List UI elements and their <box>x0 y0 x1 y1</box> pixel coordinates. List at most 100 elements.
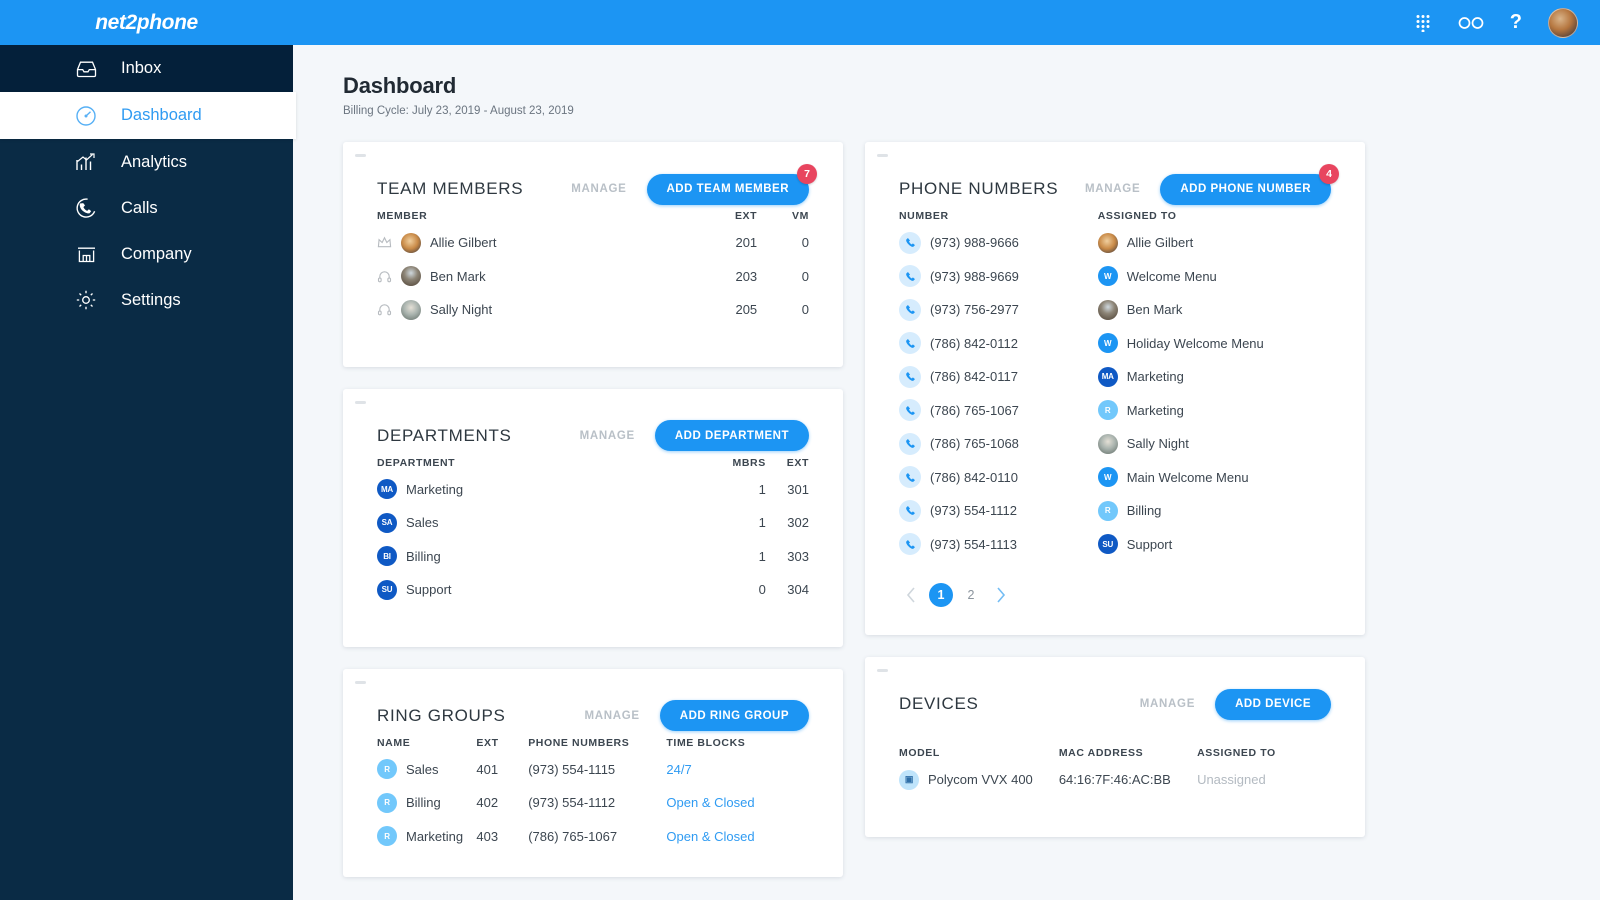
department-name: Support <box>406 582 452 598</box>
table-row[interactable]: (973) 756-2977 Ben Mark <box>899 293 1331 327</box>
table-row[interactable]: (973) 554-1112 R Billing <box>899 494 1331 528</box>
col-ext: EXT <box>476 736 499 749</box>
table-row[interactable]: R Marketing 403 (786) 765-1067 Open & Cl… <box>377 820 809 854</box>
table-row[interactable]: R Sales 401 (973) 554-1115 24/7 <box>377 753 809 787</box>
avatar <box>1097 299 1118 320</box>
department-badge: MA <box>377 479 397 500</box>
time-block-link[interactable]: Open & Closed <box>666 820 809 854</box>
time-block-link[interactable]: Open & Closed <box>666 786 809 820</box>
ring-group-name: Marketing <box>406 828 464 844</box>
department-badge: SA <box>377 512 397 533</box>
sidebar-item-analytics[interactable]: Analytics <box>0 139 293 185</box>
add-team-member-button[interactable]: ADD TEAM MEMBER <box>646 173 809 205</box>
add-device-button[interactable]: ADD DEVICE <box>1215 688 1331 720</box>
table-row[interactable]: MA Marketing 1 301 <box>377 473 809 507</box>
assigned-to: Support <box>1126 536 1173 552</box>
assigned-to: Marketing <box>1126 402 1184 418</box>
headset-icon <box>377 271 392 283</box>
table-row[interactable]: (786) 842-0117 MA Marketing <box>899 360 1331 394</box>
main-content: Dashboard Billing Cycle: July 23, 2019 -… <box>293 45 1600 900</box>
assigned-to: Allie Gilbert <box>1126 235 1194 251</box>
add-ring-group-button[interactable]: ADD RING GROUP <box>659 700 809 731</box>
sidebar-item-label: Company <box>121 244 192 263</box>
sidebar: Inbox Dashboard Analytics Calls Company … <box>0 45 296 900</box>
department-ext: 303 <box>787 548 809 564</box>
table-row[interactable]: Allie Gilbert 201 0 <box>377 226 809 260</box>
time-block-link[interactable]: 24/7 <box>666 753 809 787</box>
assigned-to: Sally Night <box>1126 436 1189 452</box>
status-badge: 7 <box>797 163 817 184</box>
collapse-handle-icon[interactable] <box>877 154 888 157</box>
sidebar-item-inbox[interactable]: Inbox <box>0 45 293 92</box>
member-name: Sally Night <box>430 302 493 318</box>
collapse-handle-icon[interactable] <box>355 400 366 404</box>
collapse-handle-icon[interactable] <box>877 669 888 672</box>
table-row[interactable]: Ben Mark 203 0 <box>377 260 809 294</box>
page-2-button[interactable]: 2 <box>959 583 983 607</box>
phone-number: (973) 554-1112 <box>930 503 1017 519</box>
department-badge: BI <box>377 546 397 567</box>
table-row[interactable]: ▣ Polycom VVX 400 64:16:7F:46:AC:BB Unas… <box>899 763 1331 797</box>
manage-link[interactable]: MANAGE <box>571 183 626 195</box>
manage-link[interactable]: MANAGE <box>1140 698 1195 710</box>
avatar <box>401 299 421 320</box>
table-row[interactable]: (786) 842-0112 W Holiday Welcome Menu <box>899 327 1331 361</box>
phone-number: (973) 988-9669 <box>930 268 1019 284</box>
card-header: TEAM MEMBERS MANAGE ADD TEAM MEMBER 7 <box>377 142 817 210</box>
add-phone-number-button[interactable]: ADD PHONE NUMBER <box>1160 173 1331 205</box>
add-department-button[interactable]: ADD DEPARTMENT <box>654 420 809 451</box>
dialpad-icon[interactable] <box>1414 14 1432 32</box>
member-ext: 203 <box>735 268 758 284</box>
top-bar: net2phone ? <box>0 0 1600 45</box>
next-page-button[interactable] <box>989 583 1013 607</box>
card-title: TEAM MEMBERS <box>377 179 524 198</box>
help-icon[interactable]: ? <box>1510 11 1522 34</box>
prev-page-button[interactable] <box>899 583 923 607</box>
voicemail-icon[interactable] <box>1458 16 1484 30</box>
manage-link[interactable]: MANAGE <box>1085 183 1140 195</box>
table-row[interactable]: (973) 554-1113 SU Support <box>899 528 1331 562</box>
collapse-handle-icon[interactable] <box>355 680 366 684</box>
assignee-badge: W <box>1097 333 1118 354</box>
assigned-to: Main Welcome Menu <box>1126 469 1249 485</box>
manage-link[interactable]: MANAGE <box>584 710 639 722</box>
device-assigned-to: Unassigned <box>1197 772 1266 788</box>
department-mbrs: 0 <box>758 582 766 598</box>
collapse-handle-icon[interactable] <box>355 154 366 157</box>
crown-icon <box>377 236 392 248</box>
table-row[interactable]: (786) 765-1068 Sally Night <box>899 427 1331 461</box>
sidebar-item-calls[interactable]: Calls <box>0 185 293 231</box>
team-members-table: MEMBER EXT VM Allie Gilbert 201 0 Ben Ma… <box>377 210 809 327</box>
assignee-badge: SU <box>1097 534 1118 555</box>
table-row[interactable]: (973) 988-9666 Allie Gilbert <box>899 226 1331 260</box>
left-column: TEAM MEMBERS MANAGE ADD TEAM MEMBER 7 ME… <box>343 142 843 877</box>
ring-group-ext: 402 <box>476 795 499 811</box>
table-row[interactable]: SA Sales 1 302 <box>377 506 809 540</box>
table-row[interactable]: (973) 988-9669 W Welcome Menu <box>899 260 1331 294</box>
ring-group-phone: (786) 765-1067 <box>528 828 618 844</box>
avatar[interactable] <box>1548 7 1578 38</box>
col-vm: VM <box>792 210 809 222</box>
status-badge: 4 <box>1319 163 1339 184</box>
sidebar-item-label: Calls <box>121 198 158 217</box>
ring-group-badge: R <box>377 759 397 780</box>
sidebar-item-settings[interactable]: Settings <box>0 277 293 323</box>
department-name: Marketing <box>406 481 464 497</box>
department-ext: 301 <box>787 481 809 497</box>
table-row[interactable]: (786) 765-1067 R Marketing <box>899 394 1331 428</box>
brand-logo[interactable]: net2phone <box>0 11 293 35</box>
table-row[interactable]: SU Support 0 304 <box>377 573 809 607</box>
assigned-to: Holiday Welcome Menu <box>1126 335 1264 351</box>
phone-numbers-card: PHONE NUMBERS MANAGE ADD PHONE NUMBER 4 … <box>865 142 1365 635</box>
table-row[interactable]: BI Billing 1 303 <box>377 540 809 574</box>
sidebar-item-company[interactable]: Company <box>0 231 293 277</box>
page-1-button[interactable]: 1 <box>929 583 953 607</box>
table-row[interactable]: Sally Night 205 0 <box>377 293 809 327</box>
ring-group-phone: (973) 554-1112 <box>528 795 616 811</box>
manage-link[interactable]: MANAGE <box>580 430 635 442</box>
table-row[interactable]: (786) 842-0110 W Main Welcome Menu <box>899 461 1331 495</box>
member-vm: 0 <box>801 302 809 318</box>
sidebar-item-dashboard[interactable]: Dashboard <box>0 92 296 139</box>
phone-icon <box>899 332 921 355</box>
table-row[interactable]: R Billing 402 (973) 554-1112 Open & Clos… <box>377 786 809 820</box>
